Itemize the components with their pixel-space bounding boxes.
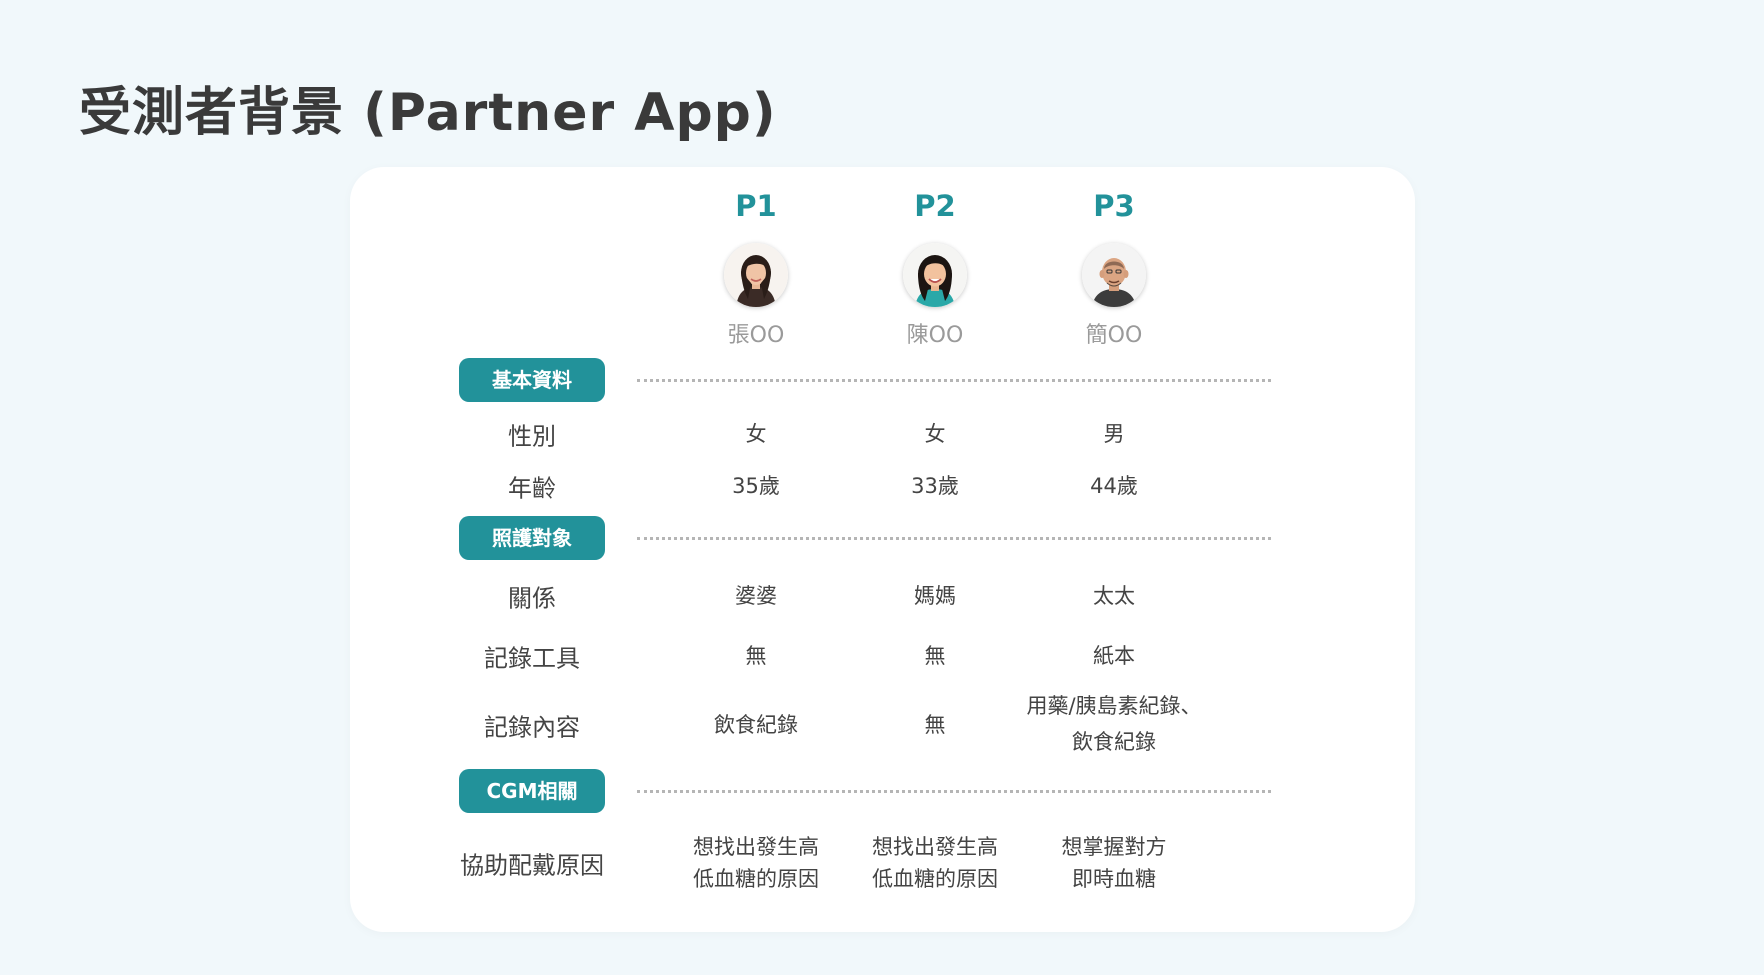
cell-line: 低血糖的原因 (693, 867, 819, 891)
cell-line: 無 (924, 713, 946, 737)
cell-line: 想掌握對方 (1061, 835, 1167, 859)
cell-gender-p2: 女 (924, 422, 946, 446)
page-title: 受測者背景 (Partner App) (79, 83, 777, 143)
man-avatar-icon (1082, 243, 1146, 307)
section-divider (637, 537, 1271, 540)
cell-relation-p3: 太太 (1093, 584, 1135, 608)
cell-relation-p1: 婆婆 (735, 584, 777, 608)
cell-reason-p2: 想找出發生高 低血糖的原因 (835, 831, 1035, 895)
cell-line: 用藥/胰島素紀錄、 (1026, 694, 1202, 718)
participant-id: P2 (914, 189, 956, 223)
cell-content-p2: 無 (835, 709, 1035, 741)
section-care-target: 照護對象 (459, 516, 605, 560)
cell-tool-p3: 紙本 (1093, 644, 1135, 668)
woman-avatar-icon (903, 243, 967, 307)
participant-name: 陳OO (906, 323, 964, 348)
section-basic-info: 基本資料 (459, 358, 605, 402)
row-label-reason: 協助配戴原因 (460, 851, 604, 880)
participant-id: P1 (735, 189, 777, 223)
cell-content-p3: 用藥/胰島素紀錄、 飲食紀錄 (1014, 688, 1214, 760)
cell-line: 即時血糖 (1072, 867, 1156, 891)
participant-name: 張OO (727, 323, 785, 348)
participant-id: P3 (1093, 189, 1135, 223)
participant-avatar (724, 243, 788, 307)
cell-age-p1: 35歲 (732, 474, 780, 498)
cell-relation-p2: 媽媽 (914, 584, 956, 608)
section-divider (637, 379, 1271, 382)
row-label-record-tool: 記錄工具 (484, 644, 580, 673)
cell-line: 飲食紀錄 (714, 713, 798, 737)
cell-age-p2: 33歲 (911, 474, 959, 498)
participant-avatar (1082, 243, 1146, 307)
cell-tool-p1: 無 (745, 644, 767, 668)
row-label-record-content: 記錄內容 (484, 713, 580, 742)
cell-line: 想找出發生高 (872, 835, 998, 859)
cell-tool-p2: 無 (924, 644, 946, 668)
participant-table-card: P1 張OO P2 陳OO P3 簡OO 基本資料 性別 女 女 男 年齡 35… (350, 167, 1415, 932)
cell-gender-p1: 女 (745, 422, 767, 446)
cell-line: 低血糖的原因 (872, 867, 998, 891)
row-label-gender: 性別 (508, 422, 556, 451)
woman-avatar-icon (724, 243, 788, 307)
cell-age-p3: 44歲 (1090, 474, 1138, 498)
participant-name: 簡OO (1085, 323, 1143, 348)
row-label-age: 年齡 (508, 474, 556, 503)
cell-gender-p3: 男 (1103, 422, 1125, 446)
cell-line: 飲食紀錄 (1072, 730, 1156, 754)
cell-reason-p3: 想掌握對方 即時血糖 (1014, 831, 1214, 895)
cell-content-p1: 飲食紀錄 (656, 709, 856, 741)
section-divider (637, 790, 1271, 793)
section-cgm: CGM相關 (459, 769, 605, 813)
cell-line: 想找出發生高 (693, 835, 819, 859)
cell-reason-p1: 想找出發生高 低血糖的原因 (656, 831, 856, 895)
participant-avatar (903, 243, 967, 307)
row-label-relation: 關係 (508, 584, 556, 613)
